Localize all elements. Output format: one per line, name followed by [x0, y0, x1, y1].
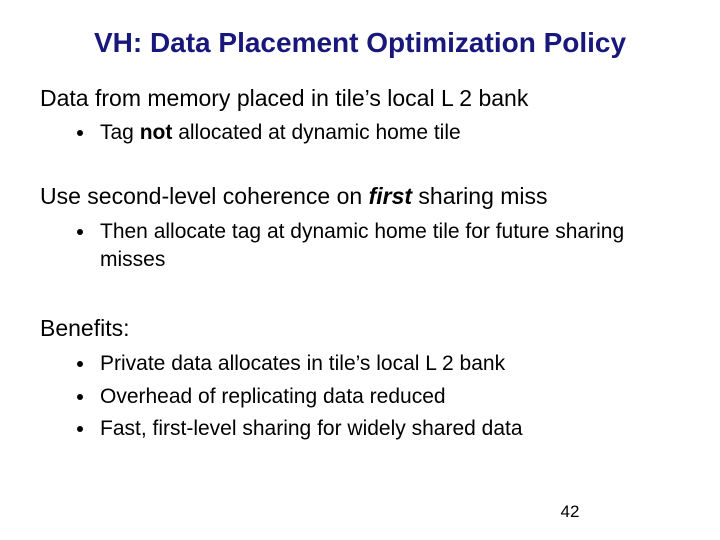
page-number: 42 — [0, 502, 720, 522]
block-data-placement: Data from memory placed in tile’s local … — [40, 84, 680, 148]
slide: VH: Data Placement Optimization Policy D… — [0, 0, 720, 540]
text-fragment: Use second-level coherence on — [40, 183, 369, 209]
text-fragment: sharing miss — [412, 183, 547, 209]
sub-item-tag-not-allocated: Tag not allocated at dynamic home tile — [96, 119, 680, 147]
text-fragment: allocated at dynamic home tile — [172, 121, 460, 144]
sub-list-2: Then allocate tag at dynamic home tile f… — [40, 218, 680, 275]
sub-item-fast-sharing: Fast, first-level sharing for widely sha… — [96, 415, 680, 443]
text-fragment: Tag — [100, 121, 140, 144]
sub-item-private-data: Private data allocates in tile’s local L… — [96, 350, 680, 378]
line-benefits: Benefits: — [40, 314, 680, 344]
sub-item-then-allocate: Then allocate tag at dynamic home tile f… — [96, 218, 680, 275]
block-benefits: Benefits: Private data allocates in tile… — [40, 314, 680, 443]
sub-item-overhead: Overhead of replicating data reduced — [96, 383, 680, 411]
bold-italic-first: first — [369, 183, 412, 209]
block-second-level-coherence: Use second-level coherence on first shar… — [40, 182, 680, 275]
line-second-level-coherence: Use second-level coherence on first shar… — [40, 182, 680, 212]
sub-list-1: Tag not allocated at dynamic home tile — [40, 119, 680, 147]
slide-title: VH: Data Placement Optimization Policy — [40, 26, 680, 60]
sub-list-3: Private data allocates in tile’s local L… — [40, 350, 680, 443]
bold-not: not — [140, 121, 173, 144]
line-data-from-memory: Data from memory placed in tile’s local … — [40, 84, 680, 114]
